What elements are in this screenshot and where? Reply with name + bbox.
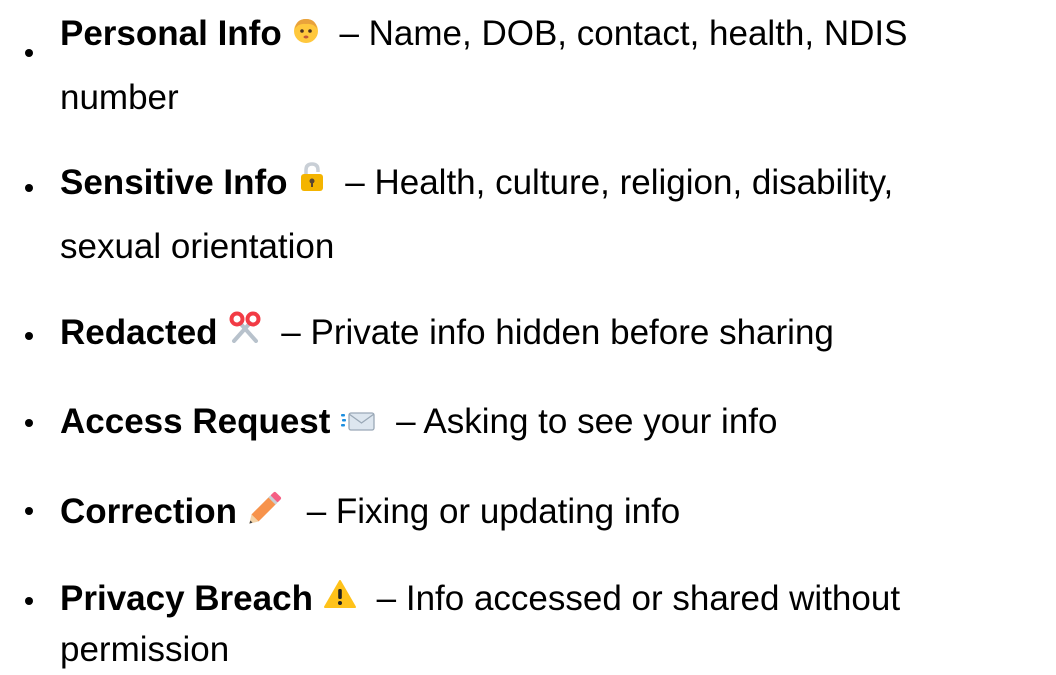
term-sensitive-info: Sensitive Info (60, 163, 288, 202)
item-line-2: sexual orientation (60, 227, 334, 267)
item-line-2: permission (60, 630, 229, 670)
desc-access-request: – Asking to see your info (386, 402, 778, 441)
item-line-2: number (60, 78, 179, 118)
item-line-1: Privacy Breach – Info accessed or shared… (60, 579, 900, 621)
desc-redacted: – Private info hidden before sharing (271, 313, 834, 352)
incoming-envelope-icon (340, 401, 376, 441)
padlock-icon (298, 161, 326, 202)
item-line-1: Personal Info – Name, DOB, contact, heal… (60, 14, 907, 56)
term-privacy-breach: Privacy Breach (60, 579, 313, 618)
warning-icon (323, 578, 357, 618)
bullet (25, 507, 33, 515)
bullet (25, 49, 33, 57)
term-personal-info: Personal Info (60, 14, 282, 53)
term-access-request: Access Request (60, 402, 331, 441)
term-redacted: Redacted (60, 313, 218, 352)
item-line-1: Redacted – Private info hidden before sh… (60, 311, 834, 355)
desc-correction: – Fixing or updating info (296, 491, 681, 531)
pencil-icon (247, 487, 287, 534)
item-line-1: Access Request – Asking to see your info (60, 402, 778, 444)
desc-privacy-breach: – Info accessed or shared without (366, 579, 901, 618)
desc-personal-info: – Name, DOB, contact, health, NDIS (329, 14, 908, 53)
bullet (25, 419, 33, 427)
bullet (25, 184, 33, 192)
desc-privacy-breach-cont: permission (60, 630, 230, 669)
bullet (25, 332, 33, 340)
desc-sensitive-info-cont: sexual orientation (60, 227, 335, 266)
person-face-icon (292, 13, 320, 53)
item-line-1: Sensitive Info – Health, culture, religi… (60, 161, 894, 205)
term-correction: Correction (60, 491, 237, 531)
item-line-1: Correction – Fixing or updating info (60, 490, 680, 537)
scissors-icon (228, 311, 262, 352)
bullet (25, 597, 33, 605)
desc-sensitive-info: – Health, culture, religion, disability, (335, 163, 894, 202)
desc-personal-info-cont: number (60, 78, 179, 117)
